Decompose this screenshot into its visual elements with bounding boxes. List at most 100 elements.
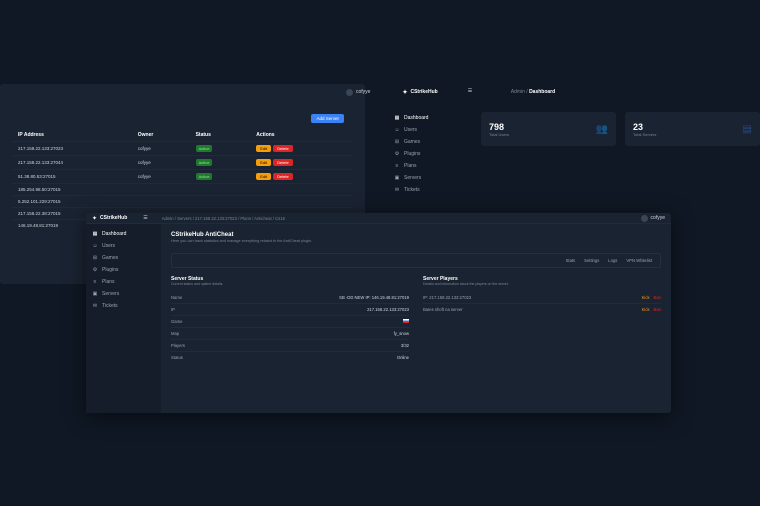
cell-owner	[132, 184, 190, 196]
menu-toggle-icon[interactable]: ☰	[468, 88, 476, 96]
avatar	[641, 215, 648, 222]
nav-label: Dashboard	[102, 231, 126, 237]
table-row[interactable]: 217.158.22.133:27023cofyyeActiveEditDele…	[12, 142, 352, 156]
kv-key: IP	[171, 307, 175, 312]
plugins-icon: ⚙	[394, 151, 400, 157]
add-server-button[interactable]: Add Server	[311, 114, 344, 123]
tab-logs[interactable]: Logs	[608, 258, 617, 263]
sidebar-item-tickets[interactable]: ✉ Tickets	[388, 184, 473, 196]
nav-label: Plans	[102, 279, 115, 285]
ban-button[interactable]: Ban	[654, 295, 661, 300]
sidebar-item-servers[interactable]: ▣Servers	[388, 172, 473, 184]
edit-button[interactable]: Edit	[256, 173, 271, 180]
games-icon: ⊞	[394, 139, 400, 145]
nav-label: Plugins	[404, 151, 420, 157]
servers-icon: ▣	[394, 175, 400, 181]
stat-icon: ▤	[743, 124, 752, 135]
status-row: Game	[171, 315, 409, 327]
status-row: StatusOnline	[171, 351, 409, 363]
table-row[interactable]: 5.252.101.229:27015	[12, 196, 352, 208]
main-sidenav: ▦Dashboard ☺ Users ⊞ Games ⚙ Plugins ≡Plans▣Ser…	[388, 112, 473, 196]
cell-ip: 185.254.98.50:27015	[12, 184, 132, 196]
delete-button[interactable]: Delete	[273, 159, 293, 166]
nav-label: Tickets	[404, 187, 420, 193]
col-header: Status	[190, 129, 251, 142]
ban-button[interactable]: Ban	[654, 307, 661, 312]
status-row: NameSB -DD NEW IP: 146.19.48.81:27019	[171, 292, 409, 303]
cell-ip: 5.252.101.229:27015	[12, 196, 132, 208]
sidebar-item-dashboard[interactable]: ▦Dashboard	[388, 112, 473, 124]
sidebar-item-users[interactable]: ☺ Users	[388, 124, 473, 136]
server-players-col: Server Players Details and information a…	[423, 276, 661, 363]
stat-label: Total Servers	[633, 132, 656, 137]
table-row[interactable]: 185.254.98.50:27015	[12, 184, 352, 196]
sidebar-item-plugins[interactable]: ⚙ Plugins	[388, 148, 473, 160]
nav-label: Users	[404, 127, 417, 133]
kv-value: fy_snow	[394, 331, 409, 336]
w2-user-name: cofyye	[651, 215, 665, 221]
edit-button[interactable]: Edit	[256, 145, 271, 152]
user-chip[interactable]: cofyye	[346, 89, 370, 96]
sidebar-item-tickets[interactable]: ✉Tickets	[86, 300, 161, 312]
kv-value: SB -DD NEW IP: 146.19.48.81:27019	[339, 295, 409, 300]
cell-owner: cofyye	[132, 156, 190, 170]
delete-button[interactable]: Delete	[273, 145, 293, 152]
table-row[interactable]: 51.38.80.53:27015cofyyeActiveEditDelete	[12, 170, 352, 184]
w2-sidenav: ▦Dashboard ☺ Users ⊞Games ⚙ Plugins ≡Plans ▣ Ser…	[86, 224, 161, 413]
breadcrumb-current: Dashboard	[529, 89, 555, 95]
cell-ip: 217.158.22.133:27044	[12, 156, 132, 170]
status-row: Mapfy_snow	[171, 327, 409, 339]
status-badge: Active	[196, 145, 213, 152]
kick-button[interactable]: Kick	[642, 307, 650, 312]
tab-settings[interactable]: Settings	[584, 258, 599, 263]
delete-button[interactable]: Delete	[273, 173, 293, 180]
avatar	[346, 89, 353, 96]
sidebar-item-games[interactable]: ⊞ Games	[388, 136, 473, 148]
page-subtitle: Here you can track statistics and manage…	[171, 239, 661, 243]
brand-text: CStrikeHub	[100, 215, 127, 221]
cell-owner	[132, 196, 190, 208]
edit-button[interactable]: Edit	[256, 159, 271, 166]
sidebar-item-games[interactable]: ⊞Games	[86, 252, 161, 264]
w2-header: ✦ CStrikeHub ☰ Admin / Servers / 217.158…	[86, 213, 671, 224]
player-ip: IP: 217.158.22.133:27023	[423, 295, 471, 300]
nav-label: Plugins	[102, 267, 118, 273]
nav-label: Games	[404, 139, 420, 145]
breadcrumb-prefix: Admin /	[511, 89, 529, 95]
brand-icon: ✦	[402, 89, 407, 96]
status-row: Players 3/32	[171, 339, 409, 351]
cell-owner: cofyye	[132, 170, 190, 184]
anticheat-window: ✦ CStrikeHub ☰ Admin / Servers / 217.158…	[86, 213, 671, 413]
status-badge: Active	[196, 159, 213, 166]
users-icon: ☺	[92, 243, 98, 249]
tab-vpn-whitelist[interactable]: VPN Whitelist	[626, 258, 652, 263]
sidebar-item-dashboard[interactable]: ▦Dashboard	[86, 228, 161, 240]
w2-sidebar-toggle[interactable]: ☰	[143, 215, 147, 221]
sidebar-item-servers[interactable]: ▣ Servers	[86, 288, 161, 300]
sidebar-item-plans[interactable]: ≡Plans	[388, 160, 473, 172]
col-header: Owner	[132, 129, 190, 142]
plugins-icon: ⚙	[92, 267, 98, 273]
nav-label: Users	[102, 243, 115, 249]
user-name: cofyye	[356, 89, 370, 95]
w2-user-chip[interactable]: cofyye	[641, 215, 665, 222]
cell-owner: cofyye	[132, 142, 190, 156]
kv-key: Players	[171, 343, 185, 348]
kv-value: 3/32	[401, 343, 409, 348]
server-status-col: Server Status Current status and uptime …	[171, 276, 409, 363]
player-row: Bates shoft na serverKickBan	[423, 303, 661, 315]
users-icon: ☺	[394, 127, 400, 133]
servers-icon: ▣	[92, 291, 98, 297]
sidebar-item-plugins[interactable]: ⚙ Plugins	[86, 264, 161, 276]
kick-button[interactable]: Kick	[642, 295, 650, 300]
kv-value: 217.158.22.133:27023	[367, 307, 409, 312]
brand[interactable]: ✦ CStrikeHub	[402, 89, 437, 96]
tab-stats[interactable]: Stats	[566, 258, 576, 263]
sidebar-item-users[interactable]: ☺ Users	[86, 240, 161, 252]
players-sub: Details and information about the player…	[423, 282, 661, 286]
sidebar-item-plans[interactable]: ≡Plans	[86, 276, 161, 288]
nav-label: Servers	[102, 291, 119, 297]
table-row[interactable]: 217.158.22.133:27044cofyye Active EditDele…	[12, 156, 352, 170]
kv-key: Game	[171, 319, 182, 324]
tickets-icon: ✉	[394, 187, 400, 193]
